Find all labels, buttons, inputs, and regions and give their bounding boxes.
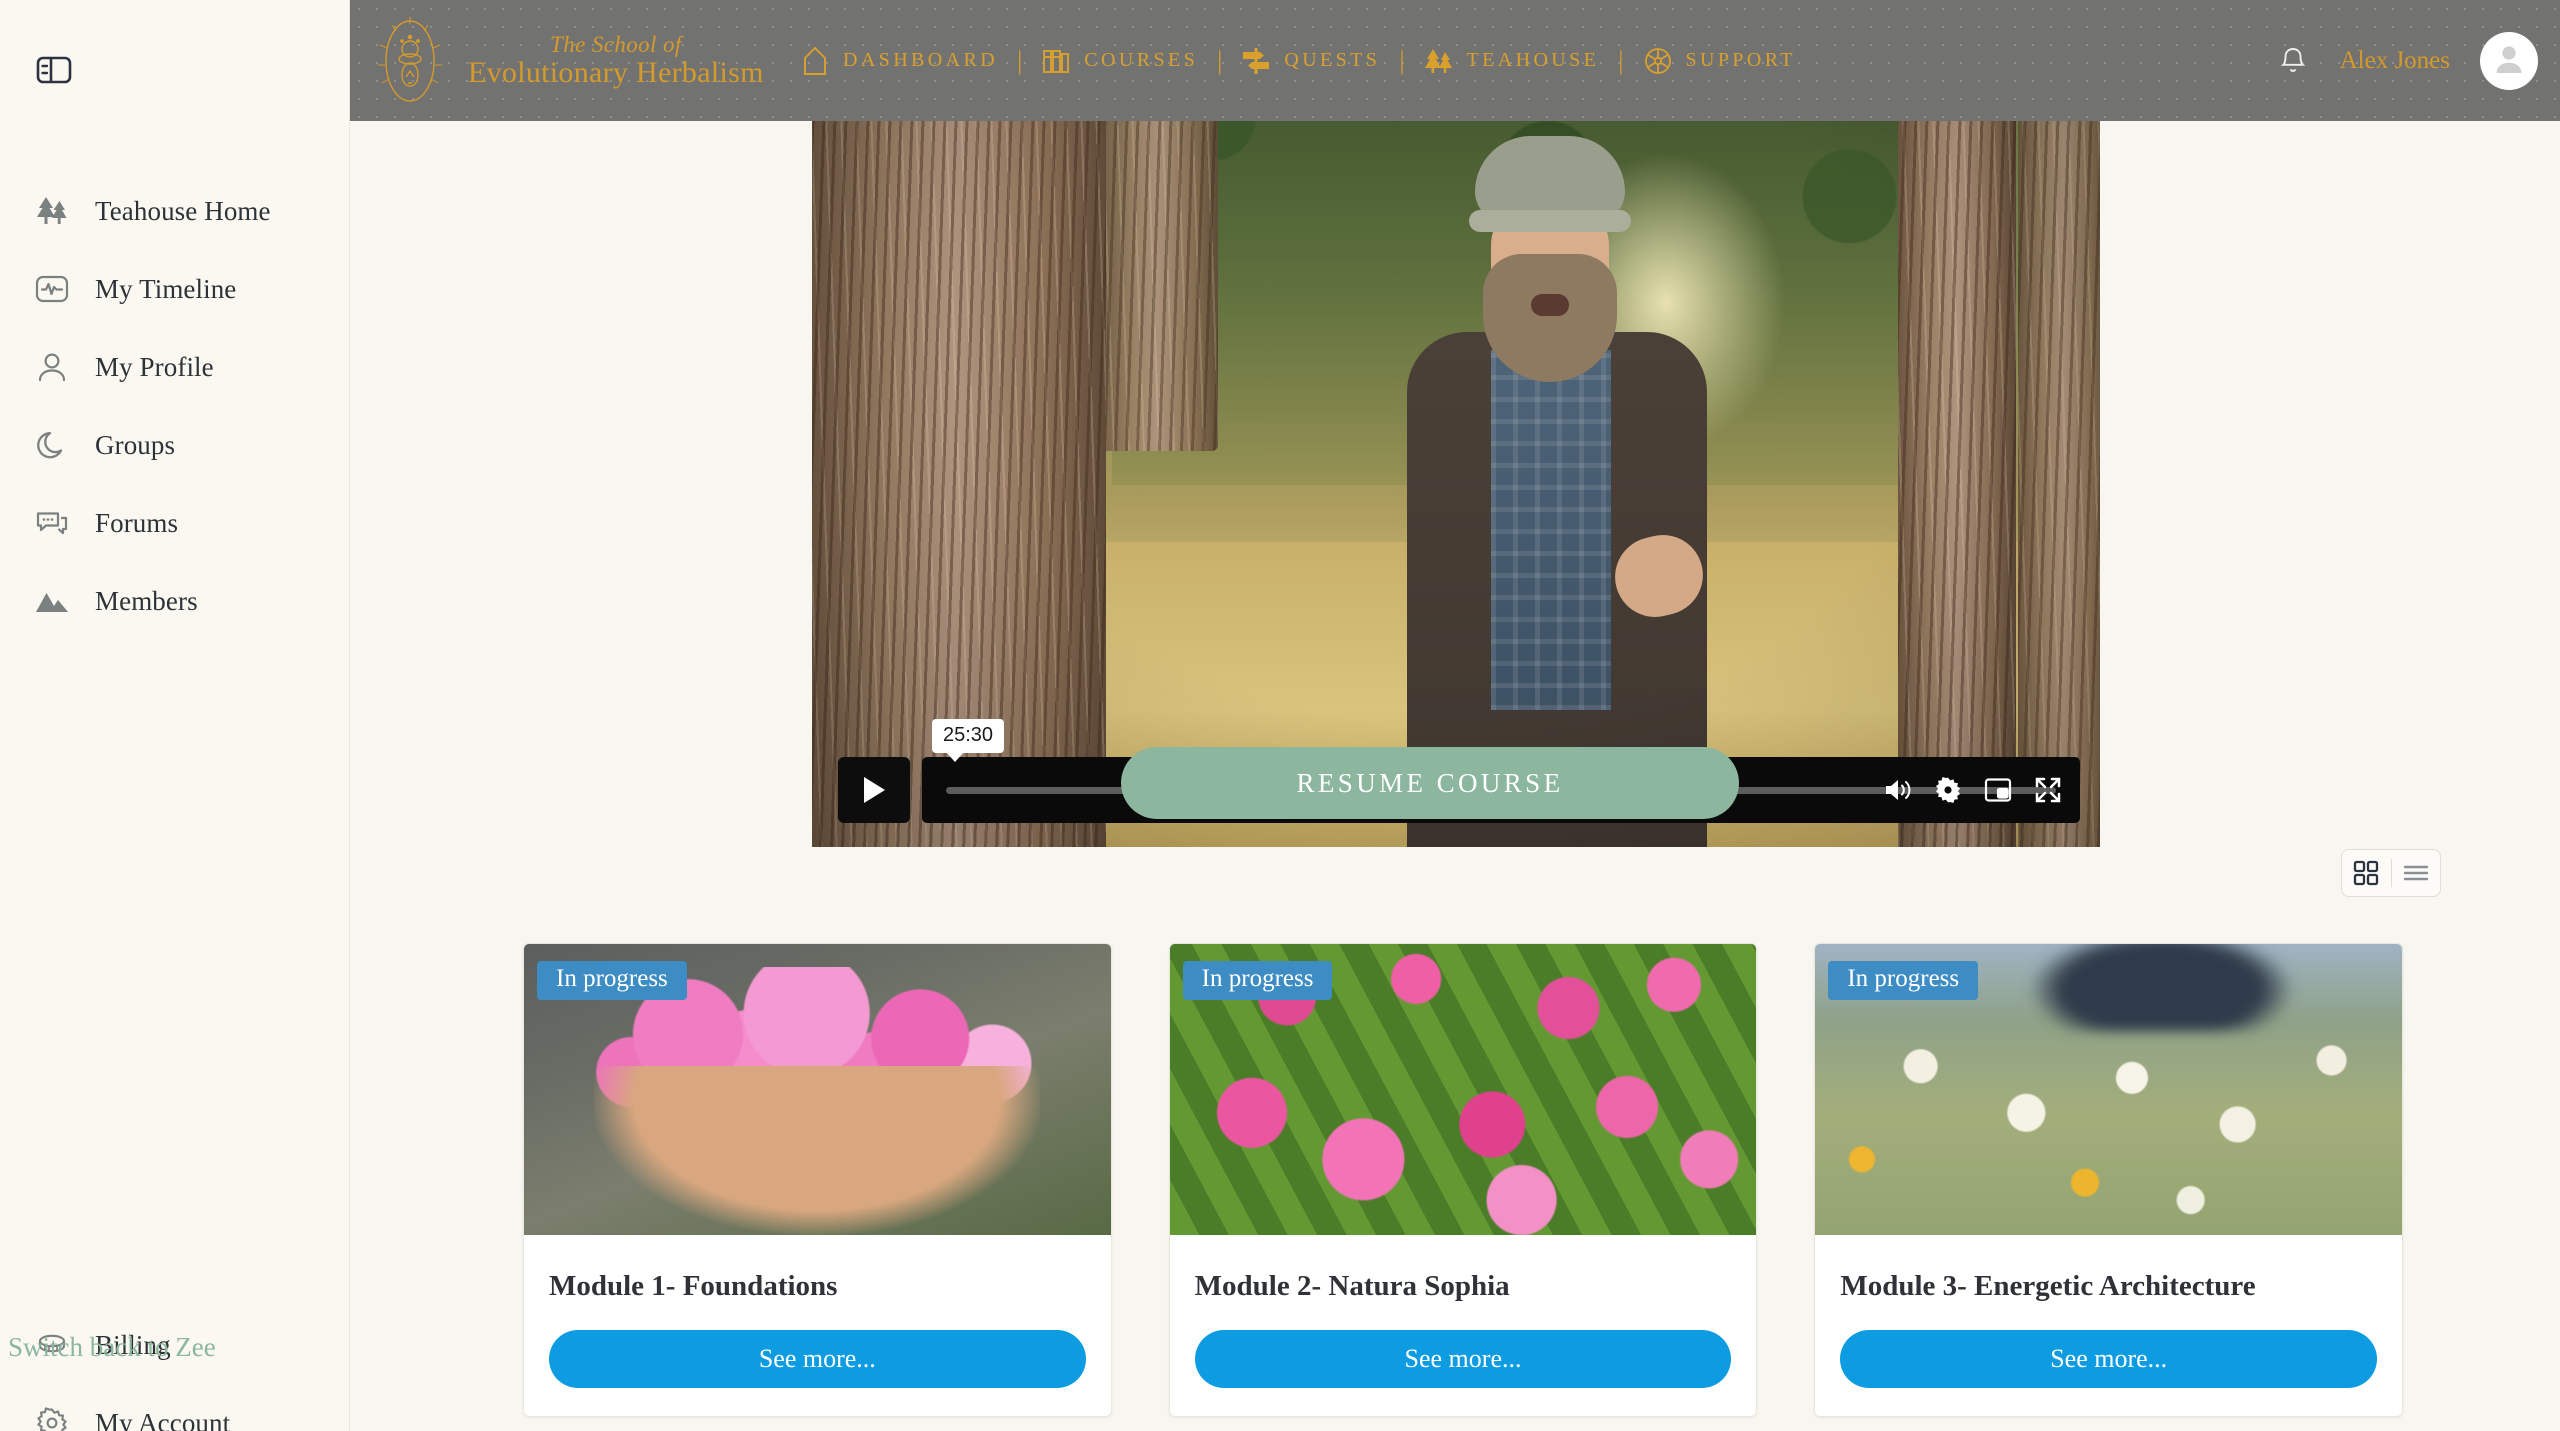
sidebar-item-my-profile[interactable]: My Profile (0, 328, 350, 406)
brand-text: The School of Evolutionary Herbalism (468, 31, 764, 90)
sidebar-item-label: My Account (95, 1407, 231, 1431)
moon-icon (32, 425, 72, 465)
video-right-controls (1880, 772, 2066, 808)
sidebar-item-label: Members (95, 585, 198, 616)
mountain-icon (32, 581, 72, 621)
topnav-separator: | (1217, 45, 1223, 75)
sidebar-nav: Teahouse Home My Timeline My Profile Gro… (0, 172, 350, 640)
topnav-label: DASHBOARD (843, 49, 999, 71)
sidebar-item-teahouse-home[interactable]: Teahouse Home (0, 172, 350, 250)
topnav-separator: | (1618, 45, 1624, 75)
sidebar-item-label: My Profile (95, 351, 214, 382)
sidebar-item-my-timeline[interactable]: My Timeline (0, 250, 350, 328)
status-badge: In progress (1828, 961, 1979, 1000)
sidebar-item-my-account[interactable]: My Account (0, 1384, 350, 1431)
sidebar-item-members[interactable]: Members (0, 562, 350, 640)
topnav-item-support[interactable]: SUPPORT (1643, 46, 1796, 76)
topnav-item-teahouse[interactable]: TEAHOUSE (1424, 46, 1600, 76)
course-card-image: In progress (1815, 944, 2403, 1235)
fullscreen-icon[interactable] (2030, 772, 2066, 808)
list-view-icon[interactable] (2391, 850, 2440, 896)
avatar[interactable] (2480, 31, 2538, 90)
sidebar-item-label: My Timeline (95, 273, 237, 304)
user-name[interactable]: Alex Jones (2340, 47, 2450, 75)
sidebar-item-groups[interactable]: Groups (0, 406, 350, 484)
course-video-player[interactable]: 25:30 (812, 121, 2100, 847)
settings-gear-icon[interactable] (1930, 772, 1966, 808)
topnav-separator: | (1399, 45, 1405, 75)
brand-logo[interactable]: The School of Evolutionary Herbalism (372, 6, 764, 116)
video-frame-image (812, 121, 2100, 847)
course-card-image: In progress (1169, 944, 1757, 1235)
course-card[interactable]: In progress Module 1- Foundations See mo… (523, 943, 1112, 1417)
topnav-item-courses[interactable]: COURSES (1041, 46, 1198, 76)
person-icon (32, 347, 72, 387)
topnav-label: TEAHOUSE (1466, 49, 1600, 71)
activity-monitor-icon (32, 269, 72, 309)
course-card-grid: In progress Module 1- Foundations See mo… (523, 943, 2404, 1417)
status-badge: In progress (537, 961, 687, 1000)
trees-icon (32, 191, 72, 231)
view-mode-toggle (2341, 849, 2441, 897)
evergreen-icon (1424, 46, 1454, 76)
home-outline-icon (800, 46, 830, 76)
sidebar-item-label: Forums (95, 507, 179, 538)
app-root: Teahouse Home My Timeline My Profile Gro… (0, 0, 2560, 1431)
topnav-label: COURSES (1084, 49, 1199, 71)
course-card[interactable]: In progress Module 3- Energetic Architec… (1814, 943, 2404, 1417)
picture-in-picture-icon[interactable] (1980, 772, 2016, 808)
status-badge: In progress (1182, 961, 1333, 1000)
top-navigation: DASHBOARD | COURSES | QUESTS | TEAHOUSE … (800, 0, 1796, 121)
topnav-separator: | (1017, 45, 1023, 75)
sidebar-item-label: Teahouse Home (95, 195, 271, 226)
topnav-label: QUESTS (1284, 49, 1381, 71)
see-more-button[interactable]: See more... (1840, 1330, 2378, 1388)
course-card-title: Module 3- Energetic Architecture (1840, 1270, 2256, 1302)
avatar-person-icon (2491, 40, 2527, 81)
header-right-group: Alex Jones (2276, 0, 2538, 121)
alchemical-seal-icon (372, 15, 448, 107)
panel-toggle-icon[interactable] (33, 52, 75, 88)
resume-course-button[interactable]: RESUME COURSE (1121, 747, 1739, 819)
left-sidebar: Teahouse Home My Timeline My Profile Gro… (0, 0, 350, 1431)
see-more-button[interactable]: See more... (549, 1330, 1086, 1388)
grid-view-icon[interactable] (2342, 850, 2391, 896)
wheel-icon (1643, 46, 1673, 76)
brand-line-2: Evolutionary Herbalism (468, 56, 764, 90)
course-card[interactable]: In progress Module 2- Natura Sophia See … (1168, 943, 1758, 1417)
bell-icon[interactable] (2276, 44, 2310, 78)
books-icon (1041, 46, 1071, 76)
course-card-title: Module 1- Foundations (549, 1270, 838, 1302)
main-content: 25:30 RESUME COURSE In progress Module 1… (350, 121, 2560, 1431)
gear-icon (32, 1403, 72, 1431)
see-more-button[interactable]: See more... (1194, 1330, 1732, 1388)
sidebar-item-label: Groups (95, 429, 176, 460)
topnav-label: SUPPORT (1685, 49, 1796, 71)
topnav-item-dashboard[interactable]: DASHBOARD (800, 46, 998, 76)
course-card-title: Module 2- Natura Sophia (1194, 1270, 1510, 1302)
volume-icon[interactable] (1880, 772, 1916, 808)
sidebar-item-forums[interactable]: Forums (0, 484, 350, 562)
signpost-icon (1241, 46, 1271, 76)
sidebar-bottom-nav: Billing Switch back to Zee My Account (0, 1306, 350, 1431)
play-icon[interactable] (838, 757, 910, 823)
chat-bubbles-icon (32, 503, 72, 543)
topnav-item-quests[interactable]: QUESTS (1241, 46, 1380, 76)
site-header: The School of Evolutionary Herbalism DAS… (350, 0, 2560, 121)
brand-line-1: The School of (550, 31, 682, 57)
video-time-tooltip: 25:30 (932, 719, 1005, 762)
course-card-image: In progress (524, 944, 1111, 1235)
switch-back-to-zee-link[interactable]: Switch back to Zee (8, 1332, 216, 1363)
